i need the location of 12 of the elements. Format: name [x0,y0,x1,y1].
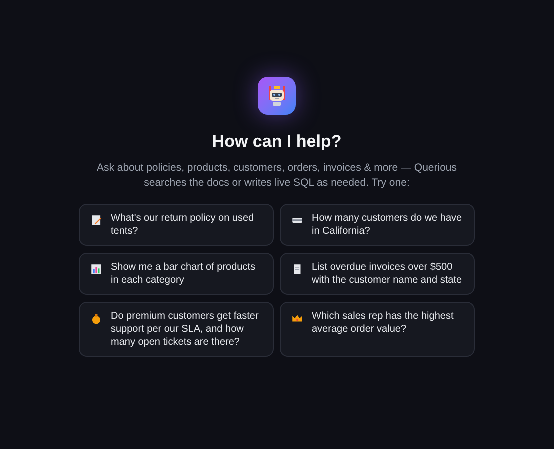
suggestion-button[interactable]: What's our return policy on used tents? [79,204,274,246]
heading: How can I help? [212,131,342,153]
robot-logo-icon [258,77,296,115]
suggestion-button[interactable]: Show me a bar chart of products in each category [79,252,274,294]
subtitle: Ask about policies, products, customers, orders, invoices & more — Querious searches the docs or writes live SQL as needed. Try one: [96,160,458,190]
suggestion-button[interactable]: List overdue invoices over $500 with the customer name and state [280,252,475,294]
suggestion-button[interactable]: Which sales rep has the highest average order value? [280,302,475,356]
memo-icon [90,214,103,226]
suggestion-button[interactable]: How many customers do we have in California? [280,204,475,246]
money-bag-icon [90,312,103,324]
bar-chart-icon [90,262,103,276]
suggestion-button[interactable]: Do premium customers get faster support per our SLA, and how many open tickets are there? [79,302,274,356]
